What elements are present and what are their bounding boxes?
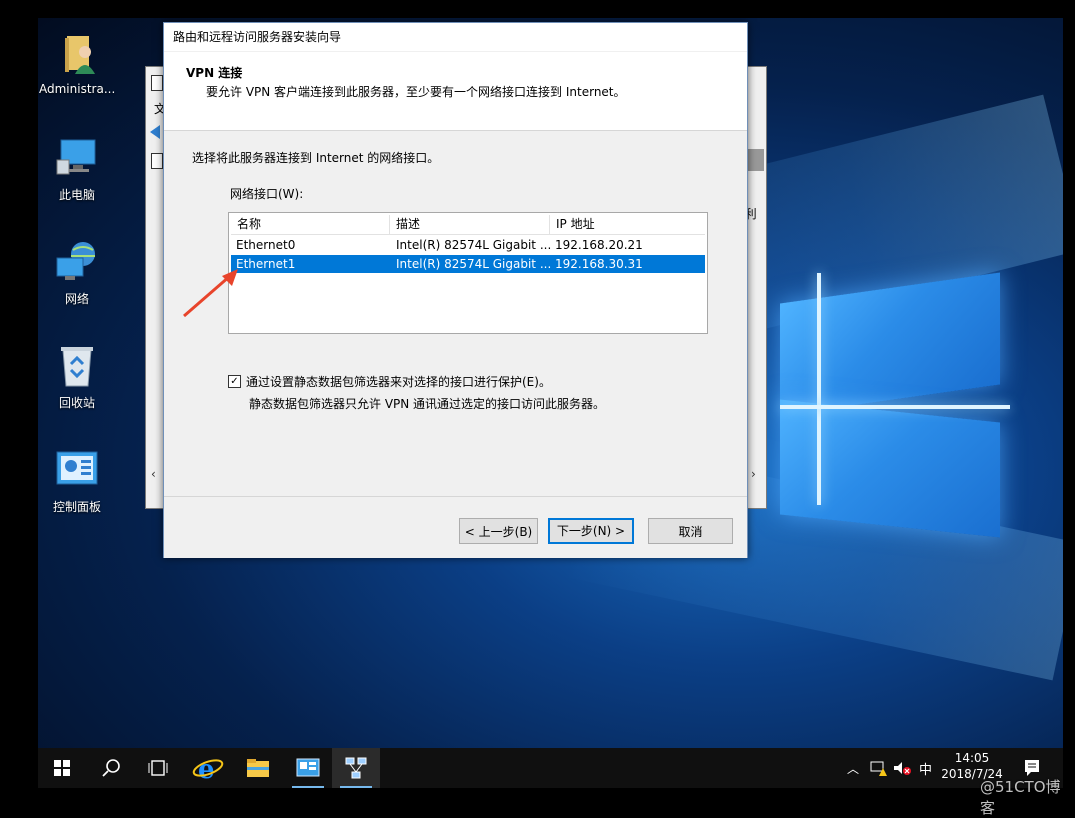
- wizard-subheading: 要允许 VPN 客户端连接到此服务器，至少要有一个网络接口连接到 Interne…: [206, 85, 626, 99]
- desktop-icon-label: 控制面板: [52, 500, 101, 514]
- list-header: 名称 描述 IP 地址: [231, 215, 705, 235]
- instruction-text: 选择将此服务器连接到 Internet 的网络接口。: [192, 151, 440, 165]
- desktop-icon-recycle-bin[interactable]: 回收站: [39, 342, 115, 411]
- column-header-name[interactable]: 名称: [231, 215, 390, 234]
- cancel-button[interactable]: 取消: [648, 518, 733, 544]
- taskbar: e ︿ 中 14:05 2018/7/24: [38, 748, 1063, 788]
- desktop-icon-label: Administra...: [39, 82, 116, 96]
- ime-indicator[interactable]: 中: [919, 759, 932, 778]
- checkbox-hint: 静态数据包筛选器只允许 VPN 通讯通过选定的接口访问此服务器。: [249, 397, 606, 411]
- table-row-selected[interactable]: Ethernet1 Intel(R) 82574L Gigabit ... 19…: [231, 255, 705, 273]
- annotation-arrow-icon: [183, 269, 238, 318]
- wizard-body: 选择将此服务器连接到 Internet 的网络接口。 网络接口(W): 名称 描…: [164, 131, 747, 496]
- next-button[interactable]: 下一步(N) >: [548, 518, 634, 544]
- network-icon: [53, 238, 101, 286]
- cell-description: Intel(R) 82574L Gigabit ...: [396, 257, 551, 271]
- checkbox-label[interactable]: 通过设置静态数据包筛选器来对选择的接口进行保护(E)。: [246, 373, 551, 390]
- packet-filter-checkbox[interactable]: ✓: [228, 375, 241, 388]
- file-explorer-button[interactable]: [234, 748, 282, 788]
- search-button[interactable]: [86, 748, 134, 788]
- control-panel-icon: [53, 446, 101, 494]
- user-folder-icon: [53, 30, 101, 78]
- windows-start-icon: [54, 760, 70, 776]
- desktop-icon-administrator[interactable]: Administra...: [39, 30, 115, 96]
- cell-name: Ethernet1: [236, 257, 296, 271]
- clock-time: 14:05: [954, 751, 990, 765]
- task-view-icon: [148, 760, 168, 776]
- show-hidden-icons-chevron-icon[interactable]: ︿: [847, 760, 859, 777]
- internet-explorer-button[interactable]: e: [184, 748, 232, 788]
- internet-explorer-icon: e: [192, 755, 224, 785]
- back-arrow-icon: [150, 125, 160, 139]
- bg-window-right-strip: (利 ›: [740, 67, 766, 508]
- start-button[interactable]: [38, 748, 86, 788]
- wizard-title: 路由和远程访问服务器安装向导: [164, 23, 747, 51]
- folder-icon: [247, 759, 269, 777]
- cell-ip: 192.168.20.21: [555, 238, 643, 252]
- notification-icon[interactable]: [1023, 758, 1043, 778]
- network-interface-list[interactable]: 名称 描述 IP 地址 Ethernet0 Intel(R) 82574L Gi…: [228, 212, 708, 334]
- network-warning-icon[interactable]: [869, 759, 889, 777]
- scroll-right-arrow[interactable]: ›: [751, 467, 756, 481]
- desktop-icon-label: 网络: [64, 292, 89, 306]
- wizard-header: VPN 连接 要允许 VPN 客户端连接到此服务器，至少要有一个网络接口连接到 …: [164, 52, 747, 131]
- cell-name: Ethernet0: [236, 238, 296, 252]
- watermark-text: @51CTO博客: [980, 778, 1061, 817]
- desktop-icon-network[interactable]: 网络: [39, 238, 115, 307]
- scroll-left-arrow[interactable]: ‹: [151, 467, 156, 481]
- cell-description: Intel(R) 82574L Gigabit ...: [396, 238, 551, 252]
- routing-remote-access-button[interactable]: [332, 748, 380, 788]
- server-manager-icon: [296, 758, 320, 777]
- task-view-button[interactable]: [134, 748, 182, 788]
- recycle-bin-icon: [53, 342, 101, 390]
- back-button[interactable]: < 上一步(B): [459, 518, 538, 544]
- volume-muted-icon[interactable]: [892, 759, 912, 777]
- desktop-icon-control-panel[interactable]: 控制面板: [39, 446, 115, 515]
- svg-text:e: e: [198, 755, 215, 785]
- desktop-icon-this-pc[interactable]: 此电脑: [39, 134, 115, 203]
- list-label: 网络接口(W):: [230, 187, 304, 201]
- network-routing-icon: [345, 757, 367, 779]
- wizard-heading: VPN 连接: [186, 66, 243, 80]
- routing-vpn-setup-wizard: 路由和远程访问服务器安装向导 VPN 连接 要允许 VPN 客户端连接到此服务器…: [163, 22, 748, 558]
- table-row[interactable]: Ethernet0 Intel(R) 82574L Gigabit ... 19…: [231, 236, 705, 254]
- server-manager-button[interactable]: [284, 748, 332, 788]
- computer-icon: [53, 134, 101, 182]
- cell-ip: 192.168.30.31: [555, 257, 643, 271]
- desktop-icon-label: 回收站: [58, 396, 95, 410]
- desktop-icon-label: 此电脑: [58, 188, 95, 202]
- column-header-description[interactable]: 描述: [390, 215, 550, 234]
- wizard-footer: < 上一步(B) 下一步(N) > 取消: [164, 496, 747, 558]
- search-icon: [102, 759, 120, 777]
- column-header-ip[interactable]: IP 地址: [550, 215, 705, 234]
